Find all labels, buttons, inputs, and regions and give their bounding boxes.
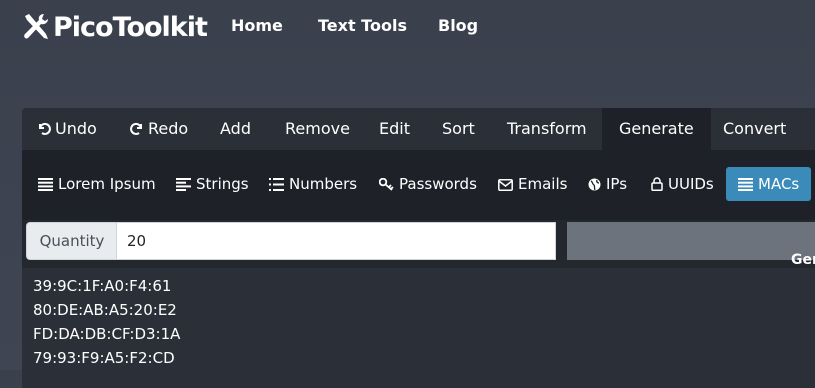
tab-uuids-label: UUIDs xyxy=(668,175,714,193)
tab-emails[interactable]: Emails xyxy=(498,167,567,201)
menu-bar: Undo Redo Add Remove Edit Sort Transform… xyxy=(22,108,815,150)
tab-emails-label: Emails xyxy=(518,175,568,193)
menu-add[interactable]: Add xyxy=(220,108,251,150)
menu-sort[interactable]: Sort xyxy=(442,108,475,150)
key-icon xyxy=(378,177,394,191)
align-justify-icon xyxy=(38,178,53,191)
nav-home[interactable]: Home xyxy=(231,16,283,35)
generate-button[interactable]: Gen xyxy=(567,222,815,268)
quantity-input[interactable]: 20 xyxy=(116,222,556,260)
tab-ips-label: IPs xyxy=(606,175,628,193)
list-icon xyxy=(738,178,753,191)
brand-logo[interactable]: PicoToolkit xyxy=(22,10,208,44)
output-line: 79:93:F9:A5:F2:CD xyxy=(33,349,175,367)
lock-icon xyxy=(651,177,663,191)
redo-icon xyxy=(130,122,142,135)
envelope-icon xyxy=(498,179,513,191)
tab-ips[interactable]: IPs xyxy=(588,167,627,201)
nav-blog[interactable]: Blog xyxy=(438,16,478,35)
quantity-label: Quantity xyxy=(26,222,118,260)
menu-generate[interactable]: Generate xyxy=(602,108,711,150)
brand-name-part1: Pico xyxy=(53,11,114,43)
menu-undo[interactable]: Undo xyxy=(37,108,97,150)
top-navbar: PicoToolkit Home Text Tools Blog xyxy=(0,0,815,54)
brand-name-part2: Toolkit xyxy=(112,11,208,43)
tab-strings[interactable]: Strings xyxy=(176,167,249,201)
undo-icon xyxy=(39,122,51,135)
nav-text-tools[interactable]: Text Tools xyxy=(318,16,407,35)
generator-tabs: Lorem Ipsum Strings Numbers Passwords Em… xyxy=(22,150,815,220)
menu-redo-label: Redo xyxy=(148,119,189,138)
menu-convert[interactable]: Convert xyxy=(723,108,786,150)
globe-icon xyxy=(588,178,601,191)
tab-macs-label: MACs xyxy=(758,175,800,193)
tab-lorem-ipsum[interactable]: Lorem Ipsum xyxy=(38,167,156,201)
tab-macs[interactable]: MACs xyxy=(726,167,812,201)
tab-strings-label: Strings xyxy=(196,175,249,193)
output-textarea[interactable]: 39:9C:1F:A0:F4:61 80:DE:AB:A5:20:E2 FD:D… xyxy=(22,268,815,388)
menu-transform[interactable]: Transform xyxy=(507,108,587,150)
output-line: FD:DA:DB:CF:D3:1A xyxy=(33,325,181,343)
tool-panel: Undo Redo Add Remove Edit Sort Transform… xyxy=(22,108,815,388)
tab-passwords[interactable]: Passwords xyxy=(378,167,477,201)
output-line: 39:9C:1F:A0:F4:61 xyxy=(33,277,172,295)
align-left-icon xyxy=(176,178,191,191)
list-ol-icon xyxy=(269,178,284,191)
tab-uuids[interactable]: UUIDs xyxy=(651,167,714,201)
menu-edit[interactable]: Edit xyxy=(379,108,410,150)
brand-name: PicoToolkit xyxy=(53,11,208,43)
menu-redo[interactable]: Redo xyxy=(130,108,188,150)
tools-icon xyxy=(24,14,48,39)
menu-remove[interactable]: Remove xyxy=(285,108,350,150)
tab-lorem-ipsum-label: Lorem Ipsum xyxy=(58,175,156,193)
menu-undo-label: Undo xyxy=(55,119,97,138)
quantity-row: Quantity 20 Gen xyxy=(26,222,815,268)
tab-passwords-label: Passwords xyxy=(399,175,477,193)
tab-numbers[interactable]: Numbers xyxy=(269,167,357,201)
output-line: 80:DE:AB:A5:20:E2 xyxy=(33,301,177,319)
tab-numbers-label: Numbers xyxy=(289,175,358,193)
